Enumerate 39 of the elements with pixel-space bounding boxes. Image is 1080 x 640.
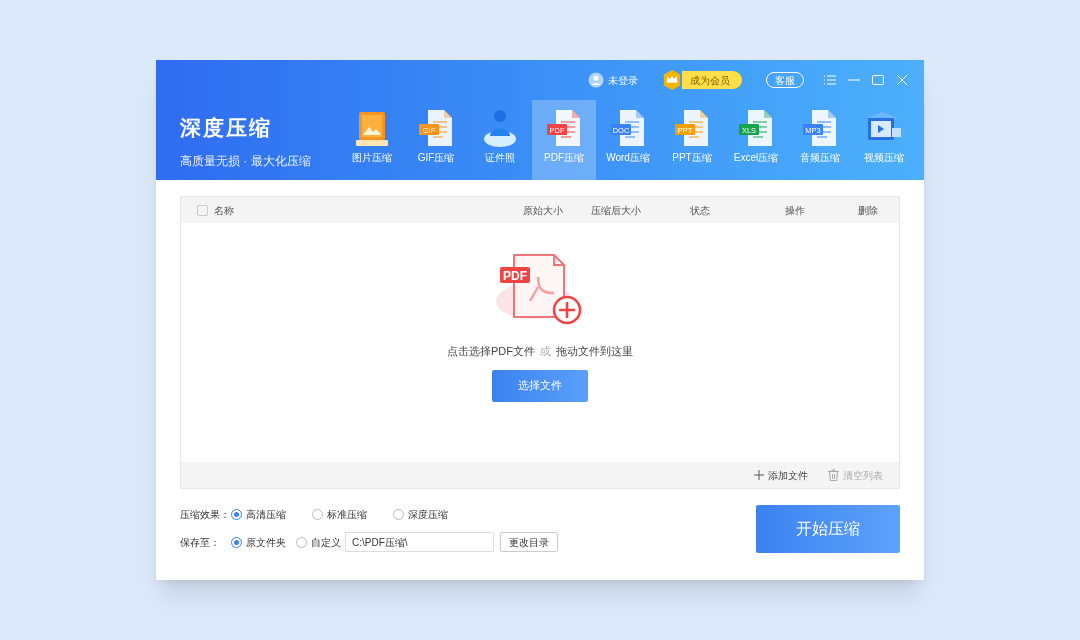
plus-icon[interactable] (754, 470, 764, 480)
column-header: 名称 (213, 203, 235, 218)
user-icon[interactable] (588, 72, 604, 88)
close-icon[interactable] (896, 74, 908, 86)
radio-label[interactable]: 深度压缩 (408, 506, 448, 522)
app-subtitle: 高质量无损 · 最大化压缩 (180, 152, 312, 170)
tool-tab[interactable]: 图片压缩 (340, 100, 404, 180)
select-all-checkbox[interactable] (197, 204, 208, 216)
clear-list-link[interactable]: 清空列表 (843, 467, 883, 483)
column-header: 操作 (783, 203, 806, 218)
trash-icon[interactable] (828, 469, 839, 481)
column-header: 压缩后大小 (590, 203, 643, 218)
save-label: 保存至： (180, 535, 221, 550)
change-directory-button[interactable]: 更改目录 (500, 532, 558, 552)
effect-label: 压缩效果： (180, 507, 231, 522)
crown-icon (662, 69, 682, 91)
maximize-icon[interactable] (872, 74, 884, 86)
or-text: 或 (540, 344, 551, 359)
drop-hint: 拖动文件到这里 (556, 344, 633, 359)
select-file-button[interactable]: 选择文件 (492, 369, 588, 402)
radio-label[interactable]: 标准压缩 (327, 506, 367, 522)
path-field[interactable]: C:\PDF压缩\ (345, 532, 494, 552)
vip-button[interactable]: 成为会员 (682, 71, 742, 89)
menu-icon[interactable] (824, 75, 836, 85)
column-header: 删除 (857, 203, 880, 218)
login-link[interactable]: 未登录 (608, 72, 638, 88)
tool-tab[interactable]: 视频压缩 (852, 100, 916, 180)
column-header: 状态 (688, 203, 711, 218)
radio-label[interactable]: 自定义 (311, 534, 341, 550)
column-header: 原始大小 (521, 203, 564, 218)
person-icon (482, 108, 518, 148)
radio-label[interactable]: 原文件夹 (246, 534, 286, 550)
start-compression-button[interactable]: 开始压缩 (756, 505, 900, 553)
drop-hint: 点击选择PDF文件 (447, 344, 535, 359)
radio-label[interactable]: 高清压缩 (246, 506, 286, 522)
pdf-file-add-drawing: PDF (492, 253, 588, 327)
tool-tab[interactable]: 证件照 (468, 100, 532, 180)
app-title: 深度压缩 (180, 115, 273, 141)
add-file-link[interactable]: 添加文件 (768, 467, 808, 483)
